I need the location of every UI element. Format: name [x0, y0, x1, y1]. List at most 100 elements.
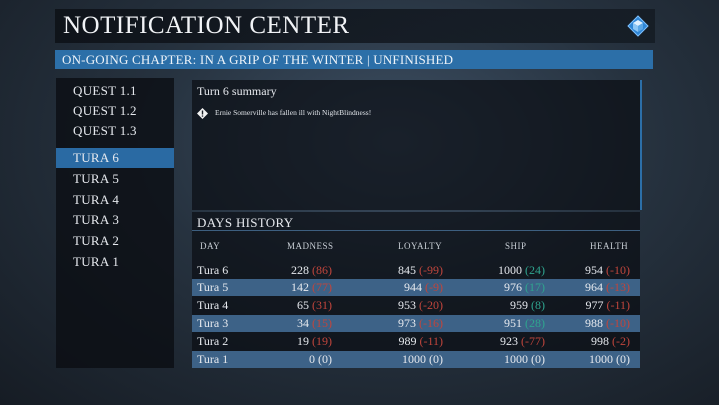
ship-cell: 1000 (0): [504, 352, 545, 367]
sidebar: QUEST 1.1 QUEST 1.2 QUEST 1.3 TURA 6 TUR…: [56, 78, 174, 368]
loyalty-value: 944: [404, 280, 422, 294]
divider: [192, 230, 640, 231]
loyalty-value: 953: [398, 298, 416, 312]
health-value: 964: [585, 280, 603, 294]
table-row: Tura 6 228 (86) 845 (-99) 1000 (24) 954 (-10…: [192, 262, 640, 279]
day-cell: Tura 4: [197, 298, 229, 312]
loyalty-value: 845: [398, 263, 416, 277]
ship-delta: (8): [531, 298, 545, 312]
notification-text: Ernie Somerville has fallen ill with Nig…: [215, 108, 372, 117]
madness-cell: 0 (0): [309, 352, 332, 367]
column-header-health: HEALTH: [590, 241, 629, 251]
loyalty-cell: 989 (-11): [398, 334, 443, 349]
loyalty-cell: 944 (-9): [404, 280, 443, 295]
sidebar-item-label: TURA 5: [73, 171, 120, 186]
madness-value: 65: [297, 298, 309, 312]
sidebar-item-label: TURA 6: [73, 150, 120, 165]
madness-cell: 228 (86): [291, 263, 332, 278]
ship-value: 1000: [498, 263, 522, 277]
madness-delta: (0): [318, 352, 332, 366]
loyalty-cell: 1000 (0): [402, 352, 443, 367]
health-value: 988: [585, 316, 603, 330]
ship-delta: (28): [525, 316, 545, 330]
health-value: 977: [585, 298, 604, 312]
madness-value: 34: [297, 316, 309, 330]
day-cell: Tura 5: [197, 280, 229, 294]
column-header-loyalty: LOYALTY: [398, 241, 443, 251]
ship-delta: (0): [531, 352, 545, 366]
ship-cell: 951 (28): [504, 316, 545, 331]
health-cell: 998 (-2): [591, 334, 630, 349]
loyalty-value: 989: [398, 334, 417, 348]
ship-value: 959: [510, 298, 528, 312]
sidebar-item-tura-2[interactable]: TURA 2: [56, 231, 174, 251]
madness-delta: (77): [312, 280, 332, 294]
health-delta: (-10): [606, 263, 630, 277]
sidebar-item-tura-4[interactable]: TURA 4: [56, 190, 174, 210]
ship-delta: (17): [525, 280, 545, 294]
turn-summary-panel: Turn 6 summary Ernie Somerville has fall…: [192, 80, 642, 210]
madness-cell: 34 (15): [297, 316, 332, 331]
day-cell: Tura 3: [197, 316, 229, 330]
column-header-ship: SHIP: [505, 241, 527, 251]
health-delta: (-13): [606, 280, 630, 294]
sidebar-item-tura-3[interactable]: TURA 3: [56, 210, 174, 230]
ship-cell: 923 (-77): [500, 334, 545, 349]
loyalty-value: 973: [398, 316, 416, 330]
sidebar-item-quest-1-2[interactable]: QUEST 1.2: [56, 101, 174, 121]
sidebar-item-tura-6[interactable]: TURA 6: [56, 148, 174, 168]
sidebar-item-label: TURA 4: [73, 192, 120, 207]
loyalty-cell: 973 (-16): [398, 316, 443, 331]
loyalty-delta: (-11): [419, 334, 443, 348]
loyalty-delta: (-9): [425, 280, 443, 294]
loyalty-cell: 845 (-99): [398, 263, 443, 278]
ship-delta: (24): [525, 263, 545, 277]
health-delta: (0): [616, 352, 630, 366]
ship-cell: 1000 (24): [498, 263, 545, 278]
madness-delta: (31): [312, 298, 332, 312]
sidebar-item-quest-1-1[interactable]: QUEST 1.1: [56, 81, 174, 101]
loyalty-cell: 953 (-20): [398, 298, 443, 313]
health-cell: 1000 (0): [589, 352, 630, 367]
diamond-cube-icon[interactable]: [627, 15, 649, 37]
sidebar-item-label: TURA 1: [73, 254, 120, 269]
madness-cell: 142 (77): [291, 280, 332, 295]
health-cell: 964 (-13): [585, 280, 630, 295]
loyalty-delta: (-20): [419, 298, 443, 312]
loyalty-delta: (-16): [419, 316, 443, 330]
madness-value: 19: [297, 334, 309, 348]
sidebar-item-label: QUEST 1.1: [73, 83, 137, 98]
history-title: DAYS HISTORY: [197, 215, 294, 230]
sidebar-item-tura-1[interactable]: TURA 1: [56, 252, 174, 272]
ship-value: 951: [504, 316, 522, 330]
summary-title: Turn 6 summary: [197, 84, 277, 98]
madness-cell: 19 (19): [297, 334, 332, 349]
sidebar-item-quest-1-3[interactable]: QUEST 1.3: [56, 121, 174, 141]
health-delta: (-11): [606, 298, 630, 312]
loyalty-delta: (0): [429, 352, 443, 366]
days-history-panel: DAYS HISTORY DAY MADNESS LOYALTY SHIP HE…: [192, 212, 640, 368]
health-value: 998: [591, 334, 609, 348]
ship-cell: 959 (8): [510, 298, 545, 313]
health-value: 1000: [589, 352, 613, 366]
sidebar-item-label: TURA 3: [73, 212, 120, 227]
chapter-banner: ON-GOING CHAPTER: IN A GRIP OF THE WINTE…: [55, 50, 653, 69]
ship-delta: (-77): [521, 334, 545, 348]
madness-cell: 65 (31): [297, 298, 332, 313]
ship-cell: 976 (17): [504, 280, 545, 295]
sidebar-item-tura-5[interactable]: TURA 5: [56, 169, 174, 189]
health-cell: 954 (-10): [585, 263, 630, 278]
day-cell: Tura 6: [197, 263, 229, 277]
madness-value: 0: [309, 352, 315, 366]
health-cell: 977 (-11): [585, 298, 630, 313]
table-row: Tura 2 19 (19) 989 (-11) 923 (-77) 998 (-2): [192, 333, 640, 350]
column-header-day: DAY: [200, 241, 221, 251]
sidebar-item-label: TURA 2: [73, 233, 120, 248]
header-bar: NOTIFICATION CENTER: [55, 9, 655, 43]
day-cell: Tura 1: [197, 352, 229, 366]
health-value: 954: [585, 263, 603, 277]
madness-delta: (86): [312, 263, 332, 277]
madness-delta: (15): [312, 316, 332, 330]
madness-delta: (19): [312, 334, 332, 348]
chapter-label: ON-GOING CHAPTER: IN A GRIP OF THE WINTE…: [62, 52, 454, 67]
